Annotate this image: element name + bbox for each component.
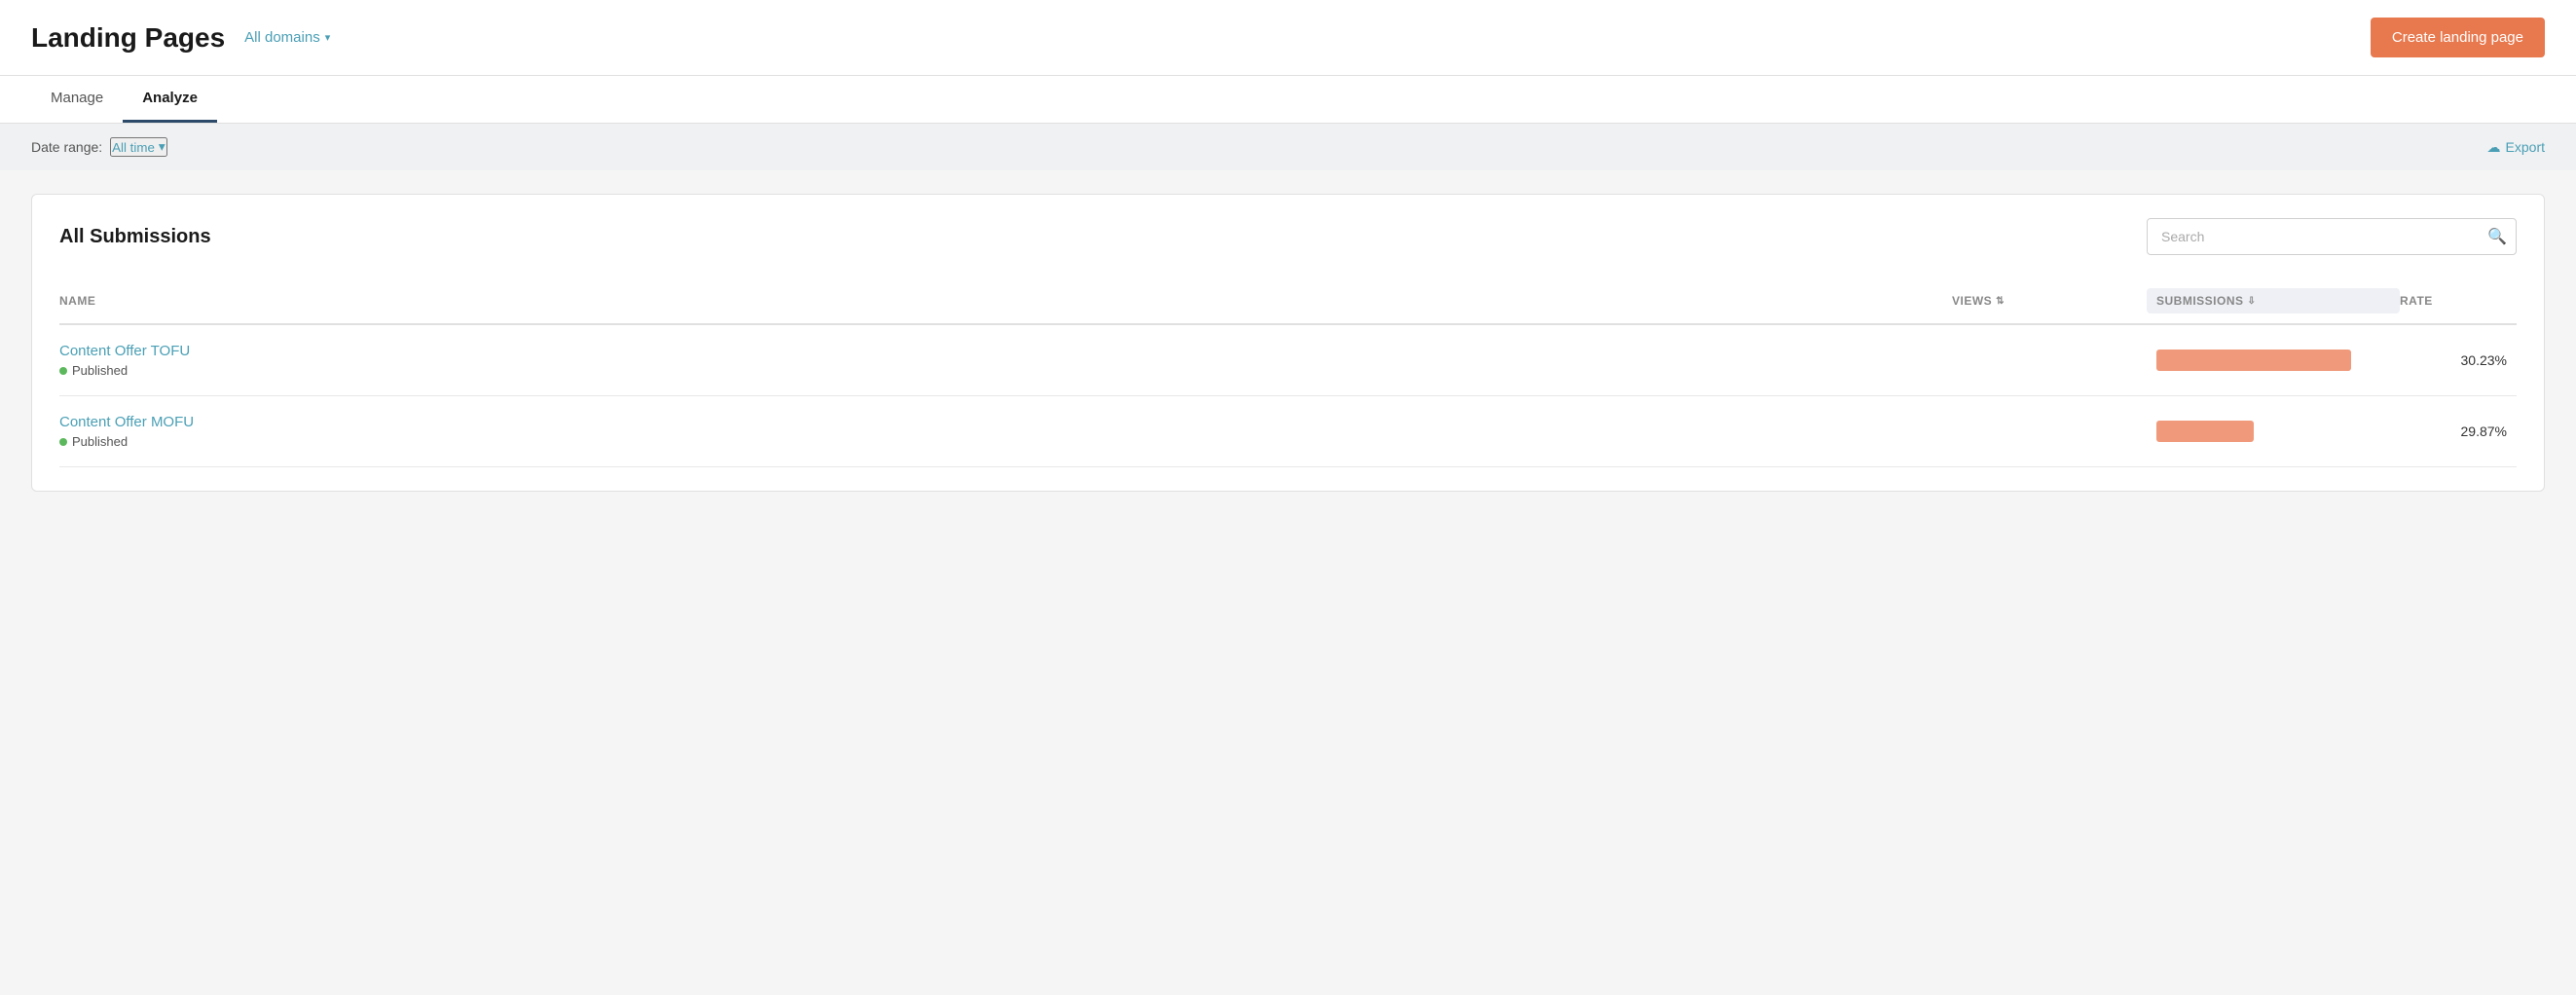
export-label: Export bbox=[2506, 139, 2545, 155]
bar-cell-2 bbox=[2147, 421, 2400, 442]
table-header: NAME VIEWS ⇅ SUBMISSIONS ⇩ RATE bbox=[59, 278, 2517, 325]
submissions-bar-2 bbox=[2156, 421, 2254, 442]
sort-icon-views: ⇅ bbox=[1996, 296, 2005, 307]
col-header-rate: RATE bbox=[2400, 288, 2517, 313]
status-text-1: Published bbox=[72, 363, 128, 378]
cloud-upload-icon: ☁ bbox=[2487, 139, 2501, 156]
filters-bar: Date range: All time ▾ ☁ Export bbox=[0, 124, 2576, 170]
submissions-bar-1 bbox=[2156, 350, 2351, 371]
row-name-2: Content Offer MOFU Published bbox=[59, 414, 1952, 449]
bar-cell-1 bbox=[2147, 350, 2400, 371]
main-content: All Submissions 🔍 NAME VIEWS ⇅ S bbox=[0, 170, 2576, 515]
table-container: NAME VIEWS ⇅ SUBMISSIONS ⇩ RATE Content … bbox=[59, 278, 2517, 467]
table-row: Content Offer MOFU Published 29.87% bbox=[59, 396, 2517, 467]
date-range-value-text: All time bbox=[112, 140, 155, 155]
domain-dropdown-label: All domains bbox=[244, 29, 320, 46]
search-input[interactable] bbox=[2147, 218, 2517, 255]
submissions-card: All Submissions 🔍 NAME VIEWS ⇅ S bbox=[31, 194, 2545, 492]
col-header-views[interactable]: VIEWS ⇅ bbox=[1952, 288, 2147, 313]
top-bar: Landing Pages All domains ▾ Create landi… bbox=[0, 0, 2576, 76]
page-name-link-1[interactable]: Content Offer TOFU bbox=[59, 343, 1952, 359]
status-badge-2: Published bbox=[59, 434, 1952, 449]
card-header: All Submissions 🔍 bbox=[59, 218, 2517, 255]
published-dot-2 bbox=[59, 438, 67, 446]
top-bar-left: Landing Pages All domains ▾ bbox=[31, 22, 330, 54]
tab-manage[interactable]: Manage bbox=[31, 76, 123, 123]
tabs-bar: Manage Analyze bbox=[0, 76, 2576, 124]
sort-icon-submissions: ⇩ bbox=[2248, 296, 2257, 307]
chevron-down-icon: ▾ bbox=[325, 31, 331, 44]
table-row: Content Offer TOFU Published 30.23% bbox=[59, 325, 2517, 396]
status-text-2: Published bbox=[72, 434, 128, 449]
card-title: All Submissions bbox=[59, 226, 211, 248]
tab-analyze[interactable]: Analyze bbox=[123, 76, 217, 123]
date-range-container: Date range: All time ▾ bbox=[31, 137, 167, 157]
search-icon: 🔍 bbox=[2487, 229, 2507, 245]
page-name-link-2[interactable]: Content Offer MOFU bbox=[59, 414, 1952, 430]
chevron-down-icon: ▾ bbox=[159, 139, 166, 155]
search-icon-button[interactable]: 🔍 bbox=[2487, 227, 2507, 246]
date-range-dropdown[interactable]: All time ▾ bbox=[110, 137, 166, 157]
rate-cell-2: 29.87% bbox=[2400, 424, 2517, 439]
status-badge-1: Published bbox=[59, 363, 1952, 378]
rate-cell-1: 30.23% bbox=[2400, 352, 2517, 368]
domain-dropdown[interactable]: All domains ▾ bbox=[244, 29, 330, 46]
export-button[interactable]: ☁ Export bbox=[2487, 139, 2545, 156]
create-landing-page-button[interactable]: Create landing page bbox=[2371, 18, 2545, 57]
col-header-submissions[interactable]: SUBMISSIONS ⇩ bbox=[2147, 288, 2400, 313]
date-range-label: Date range: bbox=[31, 139, 102, 155]
page-title: Landing Pages bbox=[31, 22, 225, 54]
col-header-name: NAME bbox=[59, 288, 1952, 313]
row-name-1: Content Offer TOFU Published bbox=[59, 343, 1952, 378]
published-dot-1 bbox=[59, 367, 67, 375]
search-container: 🔍 bbox=[2147, 218, 2517, 255]
